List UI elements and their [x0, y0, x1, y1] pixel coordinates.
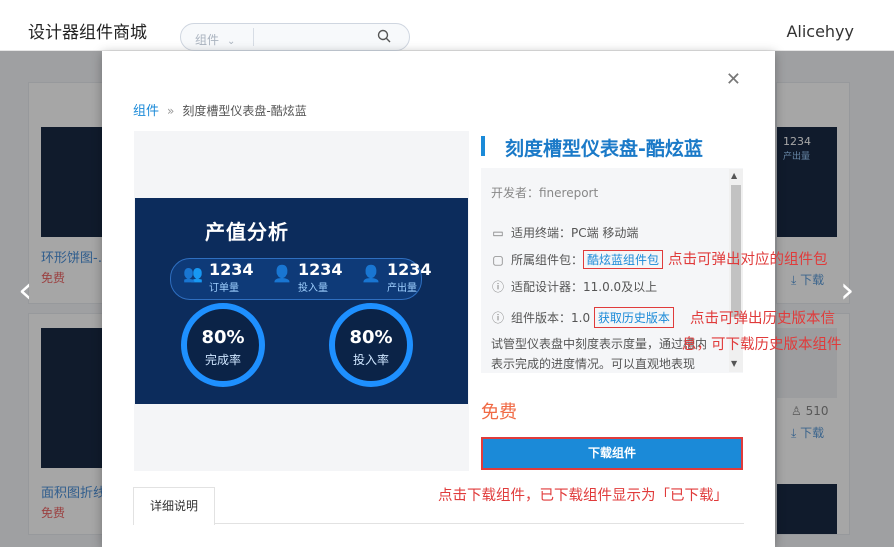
description-text: 试管型仪表盘中刻度表示度量，通过槽内表示完成的进度情况。可以直观地表现	[491, 337, 708, 371]
breadcrumb-root-link[interactable]: 组件	[133, 104, 159, 119]
download-component-button[interactable]: 下载组件	[481, 437, 743, 470]
title-accent-bar	[481, 136, 485, 156]
user-name[interactable]: Alicehyy	[786, 22, 854, 41]
breadcrumb-current: 刻度槽型仪表盘-酷炫蓝	[182, 104, 307, 118]
info-icon: ⓘ	[491, 311, 504, 325]
preview-image[interactable]: 产值分析 👥 1234 订单量 👤 1234 投入量 👤 1234 产出量 80% 完成…	[135, 198, 468, 404]
annotation-download: 点击下载组件，已下载组件显示为「已下载」	[438, 488, 728, 504]
search-type-select[interactable]: 组件 ⌄	[195, 31, 235, 48]
component-detail-modal: ✕ 组件 » 刻度槽型仪表盘-酷炫蓝 产值分析 👥 1234 订单量 👤 1234 投入…	[102, 51, 775, 547]
package-row: ▢ 所属组件包： 酷炫蓝组件包	[491, 250, 664, 269]
annotation-version-line1: 点击可弹出历史版本信	[690, 311, 835, 327]
preview-stat: 👤 1234 产出量	[361, 260, 432, 294]
breadcrumb-separator: »	[167, 104, 175, 118]
info-icon: ⓘ	[491, 280, 504, 294]
version-row: ⓘ 组件版本：1.0 获取历史版本	[491, 307, 674, 328]
user-icon: 👤	[272, 264, 292, 283]
next-arrow-icon[interactable]: ›	[840, 270, 854, 311]
designer-row: ⓘ 适配设计器：11.0.0及以上	[491, 280, 658, 294]
scroll-up-icon[interactable]: ▲	[731, 171, 737, 180]
breadcrumb: 组件 » 刻度槽型仪表盘-酷炫蓝	[133, 100, 307, 119]
person-icon: 👤	[361, 264, 381, 283]
prev-arrow-icon[interactable]: ‹	[18, 270, 32, 311]
users-icon: 👥	[183, 264, 203, 283]
preview-panel: 产值分析 👥 1234 订单量 👤 1234 投入量 👤 1234 产出量 80% 完成…	[134, 131, 469, 471]
terminal-row: ▭ 适用终端：PC端 移动端	[492, 226, 639, 240]
search-icon[interactable]	[377, 29, 391, 43]
tab-details[interactable]: 详细说明	[133, 487, 215, 525]
preview-ring-gauge: 80% 完成率	[181, 303, 265, 387]
component-title: 刻度槽型仪表盘-酷炫蓝	[505, 138, 703, 160]
preview-stat-bar	[170, 258, 422, 300]
preview-heading: 产值分析	[205, 220, 289, 244]
annotation-package: 点击可弹出对应的组件包	[668, 252, 828, 268]
tab-divider	[133, 523, 744, 524]
package-link[interactable]: 酷炫蓝组件包	[583, 250, 664, 269]
preview-stat: 👥 1234 订单量	[183, 260, 254, 294]
developer-text: 开发者：finereport	[491, 186, 599, 200]
price-label: 免费	[481, 402, 517, 423]
folder-icon: ▢	[492, 253, 504, 267]
history-version-link[interactable]: 获取历史版本	[593, 307, 674, 328]
brand-title[interactable]: 设计器组件商城	[28, 18, 147, 43]
monitor-icon: ▭	[492, 226, 504, 240]
search-box[interactable]: 组件 ⌄	[180, 23, 410, 51]
search-divider	[253, 28, 254, 46]
top-bar: 设计器组件商城 组件 ⌄ Alicehyy	[0, 0, 894, 51]
scroll-down-icon[interactable]: ▼	[731, 359, 737, 368]
preview-ring-gauge: 80% 投入率	[329, 303, 413, 387]
chevron-down-icon: ⌄	[227, 36, 236, 47]
preview-stat: 👤 1234 投入量	[272, 260, 343, 294]
annotation-version-line2: 息，可下载历史版本组件	[682, 337, 842, 353]
close-icon[interactable]: ✕	[726, 69, 741, 90]
